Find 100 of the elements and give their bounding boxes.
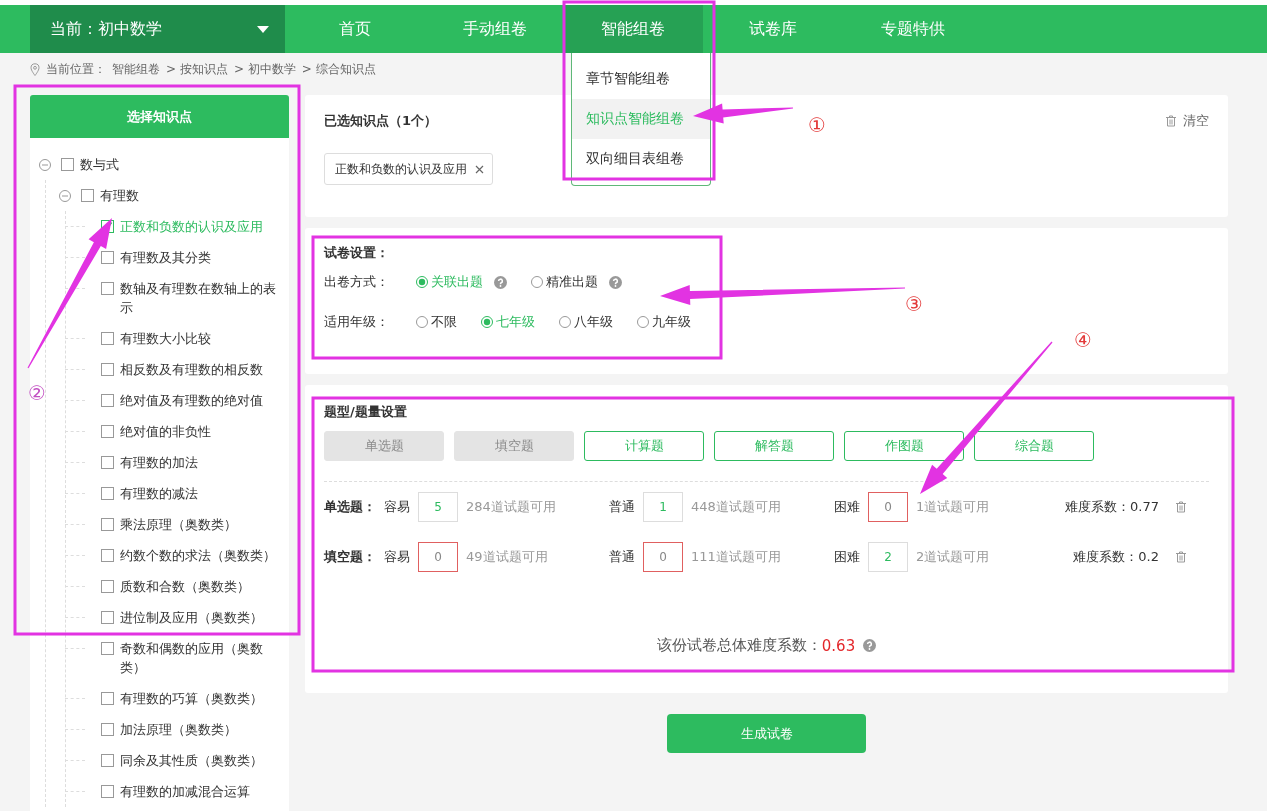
checkbox[interactable]	[101, 282, 114, 295]
radio-label[interactable]: 不限	[431, 313, 457, 331]
menu-item[interactable]: 双向细目表组卷	[572, 139, 710, 179]
menu-item[interactable]: 章节智能组卷	[572, 59, 710, 99]
checkbox[interactable]	[101, 754, 114, 767]
help-icon[interactable]	[494, 275, 507, 289]
tree-item[interactable]: 绝对值的非负性	[120, 422, 211, 441]
checkbox[interactable]	[101, 785, 114, 798]
tree-item[interactable]: 乘法原理（奥数类）	[120, 515, 237, 534]
breadcrumb-link[interactable]: 智能组卷	[112, 60, 160, 78]
breadcrumb-link[interactable]: > 综合知识点	[301, 60, 376, 78]
level-label: 困难	[834, 498, 860, 516]
tree-item[interactable]: 有理数及其分类	[120, 248, 211, 267]
available-count: 448道试题可用	[691, 498, 781, 516]
available-count: 284道试题可用	[466, 498, 556, 516]
checkbox[interactable]	[101, 611, 114, 624]
level-label: 容易	[384, 548, 410, 566]
tree-item[interactable]: 有理数的加法	[120, 453, 198, 472]
count-field[interactable]: 0	[418, 542, 458, 572]
help-icon[interactable]	[609, 275, 622, 289]
radio-label[interactable]: 精准出题	[546, 273, 598, 291]
checkbox[interactable]	[101, 363, 114, 376]
collapse-icon[interactable]	[59, 190, 71, 202]
help-icon[interactable]	[863, 639, 877, 652]
checkbox[interactable]	[101, 580, 114, 593]
checkbox[interactable]	[61, 158, 74, 171]
tree-item[interactable]: 绝对值及有理数的绝对值	[120, 391, 263, 410]
section-title: 已选知识点（1个）	[324, 112, 438, 130]
step-number: ④	[1074, 328, 1092, 352]
tree-item[interactable]: 进位制及应用（奥数类）	[120, 608, 263, 627]
radio-button[interactable]	[416, 276, 428, 288]
field-label: 适用年级：	[324, 313, 390, 331]
tree-item[interactable]: 数轴及有理数在数轴上的表示	[120, 279, 280, 317]
breadcrumb-link[interactable]: > 按知识点	[166, 60, 228, 78]
tree-item[interactable]: 质数和合数（奥数类）	[120, 577, 250, 596]
location-icon	[30, 62, 40, 76]
radio-button[interactable]	[416, 316, 428, 328]
level-label: 困难	[834, 548, 860, 566]
radio-label[interactable]: 九年级	[652, 313, 691, 331]
radio-button[interactable]	[559, 316, 571, 328]
tree-item[interactable]: 有理数	[100, 186, 139, 205]
tree-item[interactable]: 奇数和偶数的应用（奥数类）	[120, 639, 280, 677]
level-label: 普通	[609, 548, 635, 566]
checkbox[interactable]	[101, 642, 114, 655]
trash-icon[interactable]	[1175, 551, 1187, 563]
tree-item[interactable]: 有理数的加减混合运算	[120, 782, 250, 801]
level-label: 容易	[384, 498, 410, 516]
step-number: ②	[28, 381, 46, 405]
row-label: 单选题：	[324, 498, 377, 516]
radio-button[interactable]	[531, 276, 543, 288]
checkbox[interactable]	[101, 518, 114, 531]
section-title: 试卷设置：	[324, 244, 390, 262]
tag-label: 正数和负数的认识及应用	[335, 160, 467, 178]
total-value: 0.63	[821, 636, 856, 655]
breadcrumb-label: 当前位置：	[46, 60, 106, 78]
tree-item[interactable]: 有理数大小比较	[120, 329, 211, 348]
breadcrumb-link[interactable]: > 初中数学	[233, 60, 296, 78]
checkbox[interactable]	[101, 723, 114, 736]
count-field[interactable]: 0	[643, 542, 683, 572]
row-label: 填空题：	[324, 548, 377, 566]
tree-item[interactable]: 约数个数的求法（奥数类）	[120, 546, 276, 565]
checkbox[interactable]	[101, 251, 114, 264]
panel-header: 选择知识点	[30, 95, 289, 138]
tree-item[interactable]: 有理数的巧算（奥数类）	[120, 689, 263, 708]
radio-button[interactable]	[637, 316, 649, 328]
trash-icon[interactable]	[1175, 501, 1187, 513]
level-label: 普通	[609, 498, 635, 516]
checkbox[interactable]	[101, 425, 114, 438]
available-count: 49道试题可用	[466, 548, 548, 566]
radio-label[interactable]: 八年级	[574, 313, 613, 331]
difficulty-value: 难度系数：0.77	[1064, 498, 1159, 516]
section-title: 题型/题量设置	[324, 403, 408, 421]
tree-item[interactable]: 有理数的减法	[120, 484, 198, 503]
checkbox[interactable]	[101, 487, 114, 500]
checkbox[interactable]	[101, 394, 114, 407]
available-count: 1道试题可用	[916, 498, 990, 516]
tree-item[interactable]: 数与式	[80, 155, 119, 174]
step-number: ③	[905, 292, 923, 316]
total-label: 该份试卷总体难度系数：	[656, 636, 822, 655]
available-count: 2道试题可用	[916, 548, 990, 566]
available-count: 111道试题可用	[691, 548, 781, 566]
caret-icon	[257, 25, 269, 33]
checkbox[interactable]	[101, 549, 114, 562]
checkbox[interactable]	[81, 189, 94, 202]
collapse-icon[interactable]	[39, 159, 51, 171]
subject-selector[interactable]: 当前：初中数学	[30, 5, 285, 53]
step-number: ①	[808, 113, 826, 137]
tree-item[interactable]: 同余及其性质（奥数类）	[120, 751, 263, 770]
difficulty-value: 难度系数：0.2	[1072, 548, 1159, 566]
tree-item[interactable]: 加法原理（奥数类）	[120, 720, 237, 739]
checkbox[interactable]	[101, 332, 114, 345]
trash-icon[interactable]	[1165, 115, 1177, 127]
field-label: 出卷方式：	[324, 273, 390, 291]
count-field[interactable]: 0	[868, 492, 908, 522]
checkbox[interactable]	[101, 456, 114, 469]
close-icon[interactable]	[475, 164, 484, 174]
tree-item[interactable]: 相反数及有理数的相反数	[120, 360, 263, 379]
clear-link[interactable]: 清空	[1165, 112, 1209, 130]
checkbox[interactable]	[101, 692, 114, 705]
radio-button[interactable]	[481, 316, 493, 328]
